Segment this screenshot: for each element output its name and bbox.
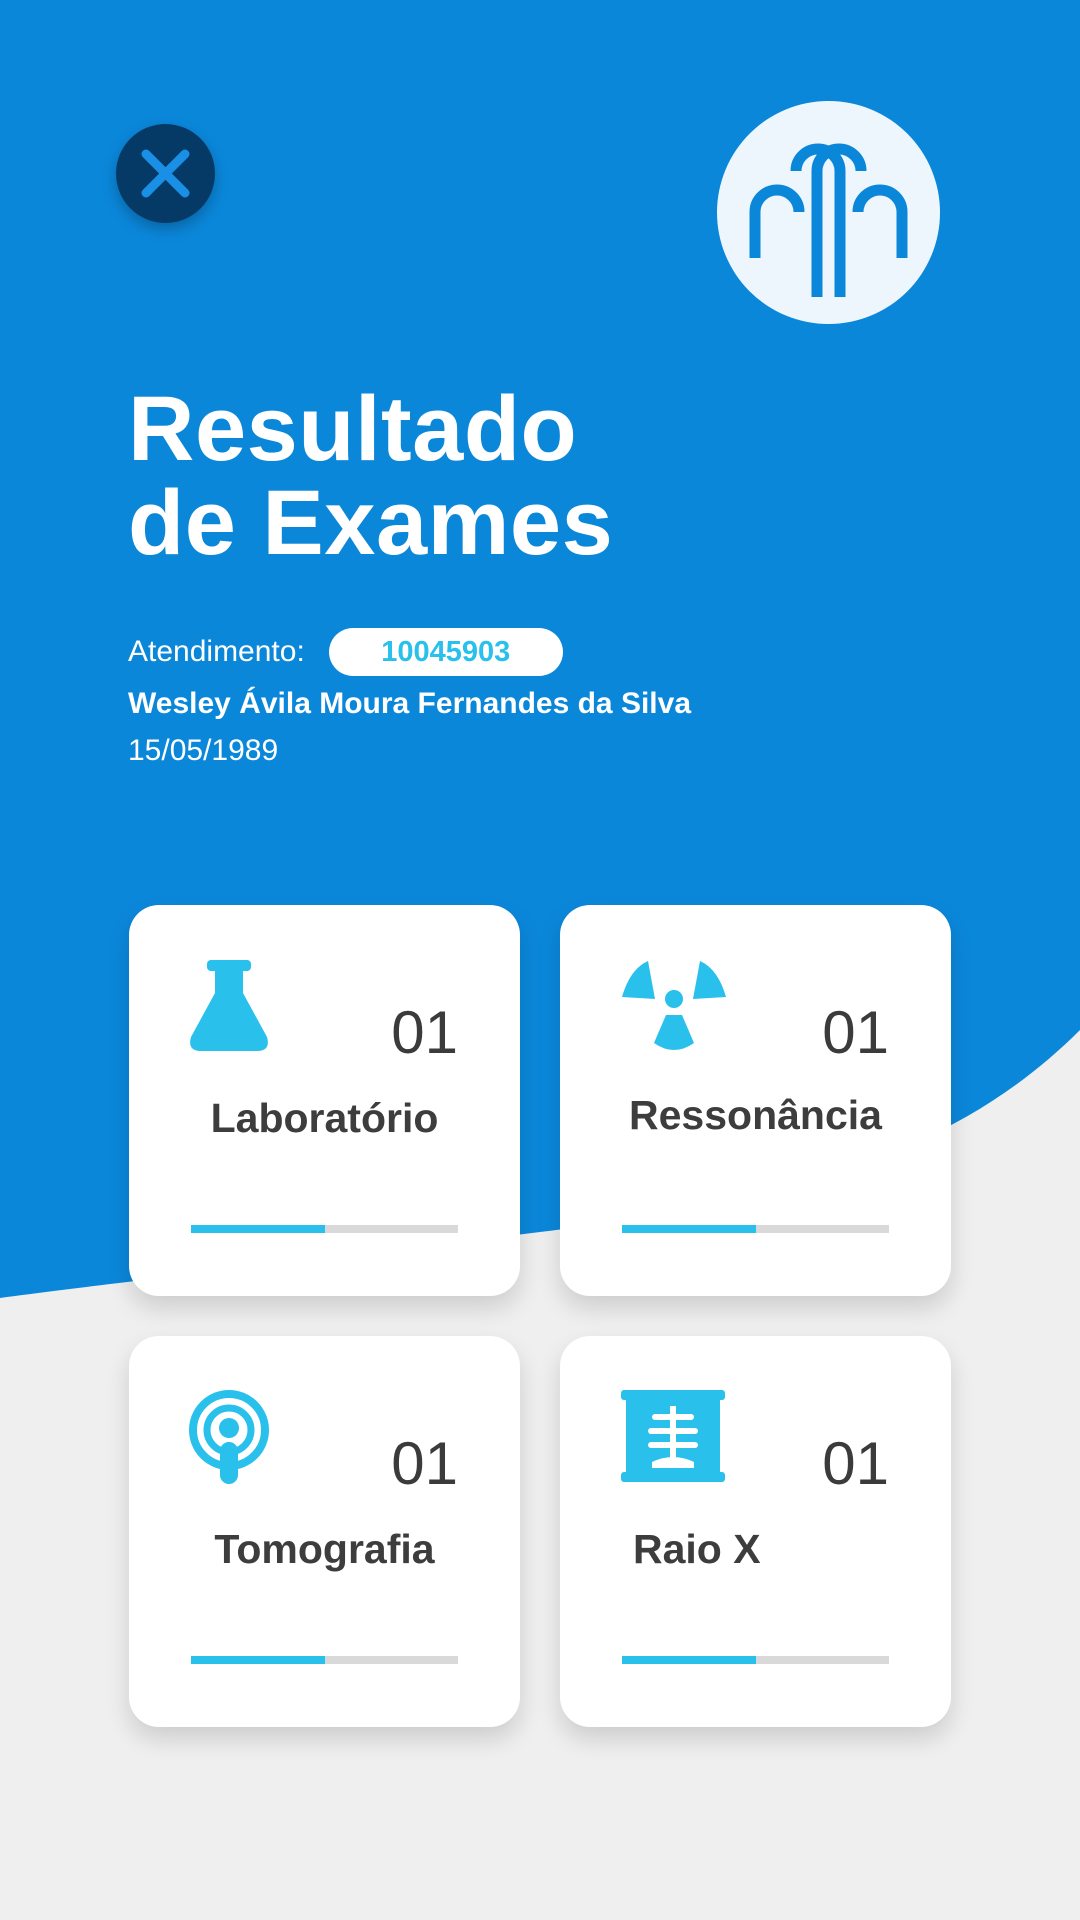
exam-card-ressonancia[interactable]: 01 Ressonância	[560, 905, 951, 1296]
page-title-line-2: de Exames	[128, 472, 614, 574]
exam-card-tomografia[interactable]: 01 Tomografia	[129, 1336, 520, 1727]
radiation-icon	[618, 957, 730, 1057]
exam-progress-fill	[191, 1656, 325, 1664]
exam-progress-bar	[622, 1656, 889, 1664]
exam-progress-fill	[622, 1656, 756, 1664]
exam-label: Tomografia	[214, 1526, 435, 1572]
exam-count: 01	[391, 1430, 458, 1497]
exam-progress-fill	[622, 1225, 756, 1233]
exam-progress-bar	[191, 1656, 458, 1664]
exam-label: Laboratório	[210, 1095, 439, 1141]
exam-progress-fill	[191, 1225, 325, 1233]
attendance-row: Atendimento: 10045903	[128, 628, 563, 676]
hospital-logo-icon	[749, 143, 908, 297]
exam-progress-bar	[622, 1225, 889, 1233]
exam-card-laboratorio[interactable]: 01 Laboratório	[129, 905, 520, 1296]
exam-label: Raio X	[633, 1526, 761, 1572]
exam-count: 01	[822, 999, 889, 1066]
patient-birth-date: 15/05/1989	[128, 734, 279, 767]
flask-icon	[187, 957, 299, 1057]
page-title-line-1: Resultado	[128, 378, 578, 480]
exam-label: Ressonância	[629, 1092, 882, 1138]
attendance-label: Atendimento:	[128, 635, 305, 668]
close-icon	[141, 149, 190, 198]
scan-signal-icon	[187, 1388, 299, 1488]
exam-count: 01	[822, 1430, 889, 1497]
xray-icon	[618, 1388, 730, 1488]
exam-count: 01	[391, 999, 458, 1066]
close-button[interactable]	[116, 124, 215, 223]
hospital-logo	[717, 101, 940, 324]
patient-name: Wesley Ávila Moura Fernandes da Silva	[128, 687, 691, 720]
attendance-number-badge: 10045903	[328, 628, 563, 676]
exam-progress-bar	[191, 1225, 458, 1233]
exam-card-raio-x[interactable]: 01 Raio X	[560, 1336, 951, 1727]
page-title: Resultado de Exames	[128, 382, 613, 570]
